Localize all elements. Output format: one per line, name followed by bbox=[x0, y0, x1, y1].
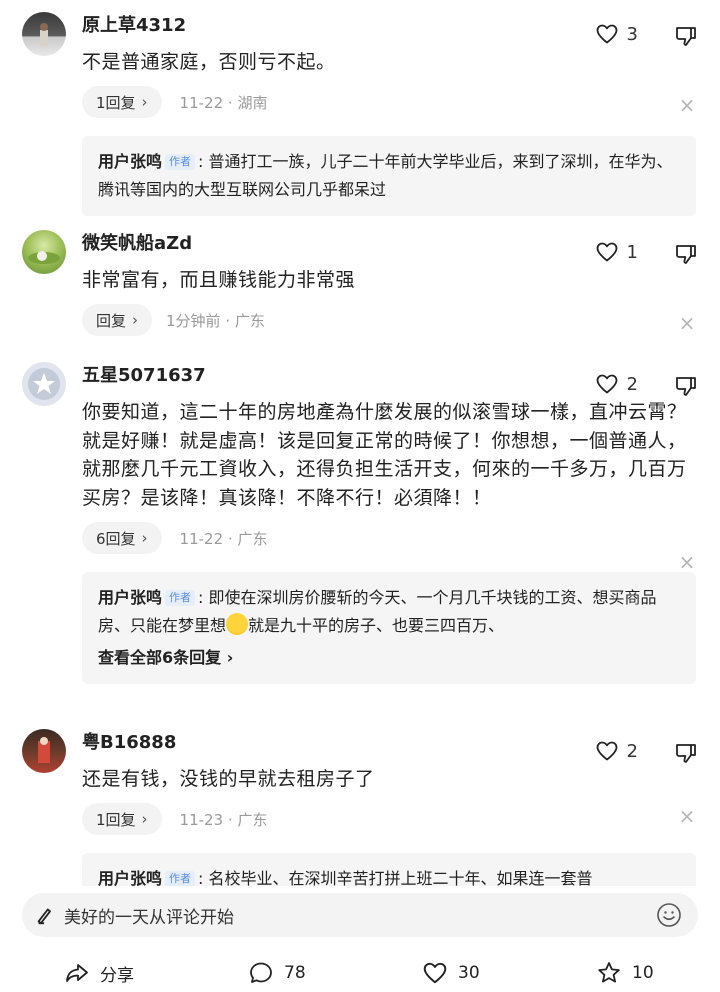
bottom-action-bar: 分享 78 30 10 bbox=[0, 950, 720, 992]
like-count: 3 bbox=[626, 23, 638, 45]
view-all-replies-link[interactable]: 查看全部6条回复 › bbox=[98, 644, 680, 672]
chevron-right-icon: › bbox=[141, 529, 148, 547]
close-icon[interactable]: × bbox=[678, 95, 696, 115]
time-location: 1分钟前 · 广东 bbox=[166, 311, 265, 330]
view-all-label: 查看全部6条回复 bbox=[98, 648, 222, 667]
time-location: 11-22 · 湖南 bbox=[179, 93, 268, 112]
reply-count: 6回复 bbox=[96, 529, 136, 548]
like-count: 2 bbox=[626, 740, 638, 762]
favorite-button[interactable]: 10 bbox=[596, 960, 654, 986]
dislike-icon[interactable] bbox=[674, 242, 698, 266]
comment-text: 你要知道，這二十年的房地產為什麼发展的似滚雪球一樣，直冲云霄？就是好赚！就是虛高… bbox=[82, 401, 687, 509]
author-badge: 作者 bbox=[165, 871, 196, 886]
smile-icon[interactable] bbox=[656, 902, 682, 928]
reply-button[interactable]: 1回复 › bbox=[82, 86, 162, 118]
comment-text: 非常富有，而且赚钱能力非常强 bbox=[82, 269, 356, 291]
reply-text-continued: 就是九十平的房子、也要三四百万、 bbox=[248, 616, 505, 635]
reply-text: : 名校毕业、在深圳辛苦打拼上班二十年、如果连一套普 bbox=[198, 869, 593, 886]
share-button[interactable]: 分享 bbox=[64, 960, 134, 986]
comment-text: 还是有钱，没钱的早就去租房子了 bbox=[82, 768, 375, 790]
time-location: 11-22 · 广东 bbox=[179, 529, 268, 548]
close-icon[interactable]: × bbox=[678, 313, 696, 333]
close-icon[interactable]: × bbox=[678, 552, 696, 572]
heart-icon bbox=[595, 22, 619, 46]
avatar[interactable] bbox=[22, 729, 66, 773]
dislike-icon[interactable] bbox=[674, 24, 698, 48]
comment-item: 原上草4312 3 不是普通家庭，否则亏不起。 1回复 › 11-22 · 湖南 … bbox=[0, 10, 720, 216]
heart-icon bbox=[595, 240, 619, 264]
like-count: 2 bbox=[626, 373, 638, 395]
dislike-icon[interactable] bbox=[674, 374, 698, 398]
like-button[interactable]: 1 bbox=[595, 240, 638, 264]
likes-count: 30 bbox=[458, 963, 480, 983]
reply-count: 1回复 bbox=[96, 810, 136, 829]
time-location: 11-23 · 广东 bbox=[179, 810, 268, 829]
favorites-count: 10 bbox=[632, 963, 654, 983]
comment-input[interactable]: 美好的一天从评论开始 bbox=[22, 893, 698, 937]
close-icon[interactable]: × bbox=[678, 806, 696, 826]
avatar[interactable] bbox=[22, 12, 66, 56]
chevron-right-icon: › bbox=[141, 93, 148, 111]
chevron-right-icon: › bbox=[132, 311, 139, 329]
like-button[interactable]: 3 bbox=[595, 22, 638, 46]
share-label: 分享 bbox=[100, 965, 134, 986]
comment-list: 原上草4312 3 不是普通家庭，否则亏不起。 1回复 › 11-22 · 湖南 … bbox=[0, 0, 720, 886]
share-icon bbox=[66, 964, 88, 982]
heart-icon bbox=[422, 960, 448, 986]
pen-icon bbox=[37, 908, 51, 925]
reply-preview[interactable]: 用户张鸣 作者: 即使在深圳房价腰斩的今天、一个月几千块钱的工资、想买商品房、只能… bbox=[82, 572, 696, 684]
laughing-emoji-icon bbox=[226, 613, 249, 635]
comment-item: 粤B16888 2 还是有钱，没钱的早就去租房子了 1回复 › 11-23 · 广… bbox=[0, 727, 720, 886]
reply-button[interactable]: 6回复 › bbox=[82, 522, 162, 554]
comments-button[interactable]: 78 bbox=[248, 960, 306, 986]
author-badge: 作者 bbox=[165, 590, 196, 606]
comment-icon bbox=[250, 962, 272, 983]
comment-input-placeholder: 美好的一天从评论开始 bbox=[64, 907, 234, 928]
reply-count: 1回复 bbox=[96, 93, 136, 112]
reply-button[interactable]: 回复 › bbox=[82, 304, 153, 336]
reply-preview[interactable]: 用户张鸣 作者: 普通打工一族，儿子二十年前大学毕业后，来到了深圳，在华为、腾讯等… bbox=[82, 136, 696, 216]
comments-count: 78 bbox=[284, 963, 306, 983]
comment-text: 不是普通家庭，否则亏不起。 bbox=[82, 51, 336, 73]
reply-button[interactable]: 1回复 › bbox=[82, 803, 162, 835]
reply-username: 用户张鸣 bbox=[98, 588, 163, 607]
reply-count: 回复 bbox=[96, 311, 127, 330]
star-icon bbox=[598, 962, 620, 983]
heart-icon bbox=[595, 372, 619, 396]
reply-username: 用户张鸣 bbox=[98, 869, 163, 886]
avatar[interactable] bbox=[22, 362, 66, 406]
reply-username: 用户张鸣 bbox=[98, 152, 163, 171]
reply-preview[interactable]: 用户张鸣 作者: 名校毕业、在深圳辛苦打拼上班二十年、如果连一套普 bbox=[82, 853, 696, 886]
author-badge: 作者 bbox=[165, 154, 196, 170]
chevron-right-icon: › bbox=[141, 810, 148, 828]
like-button[interactable]: 2 bbox=[595, 372, 638, 396]
avatar[interactable] bbox=[22, 230, 66, 274]
like-button[interactable]: 2 bbox=[595, 739, 638, 763]
comment-item: 微笑帆船aZd 1 非常富有，而且赚钱能力非常强 回复 › 1分钟前 · 广东 × bbox=[0, 228, 720, 336]
like-count: 1 bbox=[626, 241, 638, 263]
heart-icon bbox=[595, 739, 619, 763]
dislike-icon[interactable] bbox=[674, 741, 698, 765]
comment-item: 五星5071637 2 你要知道，這二十年的房地產為什麼发展的似滚雪球一樣，直冲… bbox=[0, 360, 720, 684]
like-article-button[interactable]: 30 bbox=[422, 960, 480, 986]
